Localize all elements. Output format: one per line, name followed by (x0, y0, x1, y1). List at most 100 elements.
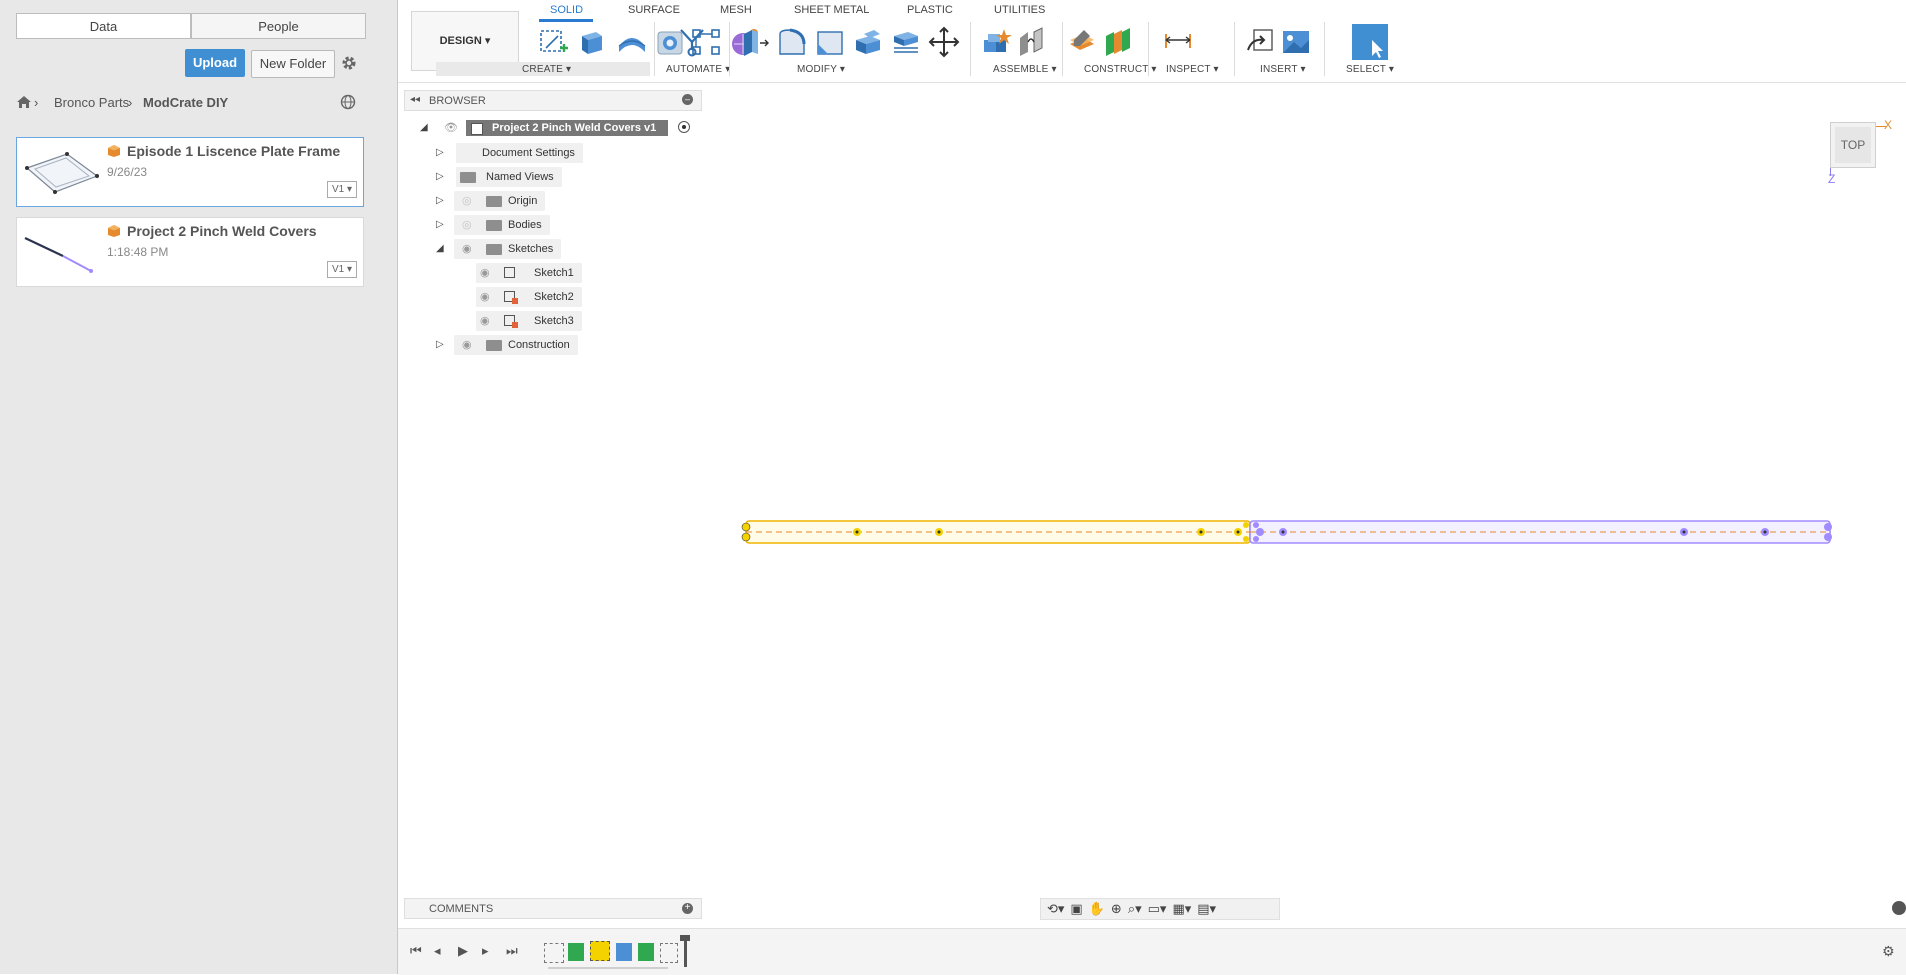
collapsed-triangle-icon[interactable]: ▷ (436, 191, 444, 211)
root-component-label[interactable]: Project 2 Pinch Weld Covers v1 (466, 120, 668, 136)
new-component-icon[interactable] (980, 26, 1012, 58)
revolve-icon[interactable] (616, 26, 648, 58)
expanded-triangle-icon[interactable]: ◢ (420, 118, 428, 138)
timeline-previous-icon[interactable]: ◂ (434, 943, 441, 959)
insert-canvas-icon[interactable] (1280, 26, 1312, 58)
zoom-icon[interactable]: ⊕ (1111, 901, 1122, 917)
comments-bar[interactable]: COMMENTS + (404, 898, 702, 919)
select-menu[interactable]: SELECT ▾ (1346, 64, 1394, 75)
sketch-icon (504, 267, 515, 278)
tab-plastic[interactable]: PLASTIC (907, 4, 953, 16)
inspect-label: INSPECT (1166, 64, 1211, 75)
file-name[interactable]: Project 2 Pinch Weld Covers (127, 223, 317, 239)
orbit-icon[interactable]: ⟲▾ (1047, 901, 1064, 917)
tab-surface[interactable]: SURFACE (628, 4, 680, 16)
measure-icon[interactable] (1162, 26, 1194, 58)
eye-icon[interactable]: ◉ (480, 263, 490, 283)
sketch-geometry[interactable] (740, 515, 1836, 549)
expanded-triangle-icon[interactable]: ◢ (436, 239, 444, 259)
automate-menu[interactable]: AUTOMATE ▾ (666, 64, 730, 75)
file-card[interactable]: Project 2 Pinch Weld Covers 1:18:48 PM V… (16, 217, 364, 287)
timeline-marker-handle[interactable] (680, 935, 690, 941)
browser-options-icon[interactable]: – (682, 94, 693, 105)
modify-label: MODIFY (797, 64, 837, 75)
timeline-settings-gear-icon[interactable]: ⚙ (1882, 943, 1895, 960)
insert-derive-icon[interactable] (1244, 26, 1276, 58)
modify-menu[interactable]: MODIFY ▾ (797, 64, 845, 75)
add-comment-icon[interactable]: + (682, 903, 693, 914)
tab-mesh[interactable]: MESH (720, 4, 752, 16)
joint-icon[interactable] (1016, 26, 1048, 58)
tab-utilities[interactable]: UTILITIES (994, 4, 1045, 16)
tab-solid[interactable]: SOLID (550, 4, 583, 16)
offset-plane-icon[interactable] (1066, 26, 1098, 58)
collapsed-triangle-icon[interactable]: ▷ (436, 335, 444, 355)
assemble-label: ASSEMBLE (993, 64, 1049, 75)
eye-icon[interactable]: ◉ (462, 239, 472, 259)
timeline-plane-feature-icon[interactable] (638, 943, 654, 961)
gear-icon[interactable] (340, 54, 358, 72)
timeline-last-icon[interactable]: ⏭ (506, 943, 518, 959)
viewcube-face[interactable]: TOP (1830, 122, 1876, 168)
version-dropdown[interactable]: V1 ▾ (327, 261, 357, 278)
eye-icon[interactable]: ◉ (480, 311, 490, 331)
inspect-menu[interactable]: INSPECT ▾ (1166, 64, 1219, 75)
home-icon[interactable] (16, 94, 32, 110)
viewports-icon[interactable]: ▤▾ (1197, 901, 1216, 917)
file-name[interactable]: Episode 1 Liscence Plate Frame (127, 143, 340, 159)
eye-icon[interactable]: ◉ (480, 287, 490, 307)
assemble-menu[interactable]: ASSEMBLE ▾ (993, 64, 1057, 75)
file-card[interactable]: Episode 1 Liscence Plate Frame 9/26/23 V… (16, 137, 364, 207)
timeline-plane-feature-icon[interactable] (568, 943, 584, 961)
tree-item-label: Construction (454, 335, 578, 355)
look-at-icon[interactable]: ▣ (1070, 901, 1082, 917)
timeline-play-icon[interactable]: ▶ (458, 943, 468, 959)
timeline-sketch-feature-icon[interactable] (660, 943, 678, 963)
feedback-icon[interactable] (1892, 901, 1906, 915)
select-icon[interactable] (1352, 24, 1388, 60)
grid-icon[interactable]: ▦▾ (1172, 901, 1191, 917)
timeline-next-icon[interactable]: ▸ (482, 943, 489, 959)
automate-icon[interactable] (676, 26, 708, 58)
collapsed-triangle-icon[interactable]: ▷ (436, 167, 444, 187)
tab-people[interactable]: People (191, 13, 366, 39)
create-sketch-icon[interactable] (538, 26, 570, 58)
extrude-icon[interactable] (576, 26, 608, 58)
folder-icon (486, 196, 502, 207)
midplane-icon[interactable] (1102, 26, 1134, 58)
chamfer-icon[interactable] (814, 26, 846, 58)
insert-menu[interactable]: INSERT ▾ (1260, 64, 1306, 75)
browser-root[interactable]: ◢ 👁 Project 2 Pinch Weld Covers v1 (418, 118, 708, 138)
shell-icon[interactable] (852, 26, 884, 58)
eye-icon[interactable]: 👁 (444, 118, 458, 138)
display-settings-icon[interactable]: ▭▾ (1148, 901, 1167, 917)
collapsed-triangle-icon[interactable]: ▷ (436, 143, 444, 163)
collapse-browser-icon[interactable]: ◂◂ (410, 94, 420, 105)
timeline-sketch-feature-icon[interactable] (544, 943, 564, 963)
fillet-icon[interactable] (776, 26, 808, 58)
viewcube[interactable]: TOP X Z (1820, 112, 1892, 192)
tab-sheet-metal[interactable]: SHEET METAL (794, 4, 869, 16)
eye-hidden-icon[interactable]: ◎ (462, 191, 472, 211)
eye-hidden-icon[interactable]: ◎ (462, 215, 472, 235)
create-menu[interactable]: CREATE ▾ (522, 64, 571, 75)
timeline-sketch-feature-selected-icon[interactable] (590, 941, 610, 961)
construct-menu[interactable]: CONSTRUCT ▾ (1084, 64, 1157, 75)
breadcrumb-item-bronco-parts[interactable]: Bronco Parts (54, 95, 129, 110)
fit-icon[interactable]: ⌕▾ (1128, 901, 1142, 917)
globe-icon[interactable] (340, 94, 356, 110)
activate-radio-icon[interactable] (678, 121, 690, 133)
new-folder-button[interactable]: New Folder (251, 50, 335, 78)
timeline-marker[interactable] (684, 937, 687, 967)
pan-hand-icon[interactable]: ✋ (1089, 901, 1105, 917)
move-copy-icon[interactable] (928, 26, 960, 58)
combine-icon[interactable] (890, 26, 922, 58)
upload-button[interactable]: Upload (185, 49, 245, 77)
press-pull-icon[interactable] (738, 26, 770, 58)
collapsed-triangle-icon[interactable]: ▷ (436, 215, 444, 235)
tab-data[interactable]: Data (16, 13, 191, 39)
timeline-first-icon[interactable]: ⏮ (410, 943, 422, 959)
version-dropdown[interactable]: V1 ▾ (327, 181, 357, 198)
eye-icon[interactable]: ◉ (462, 335, 472, 355)
timeline-extrude-feature-icon[interactable] (616, 943, 632, 961)
